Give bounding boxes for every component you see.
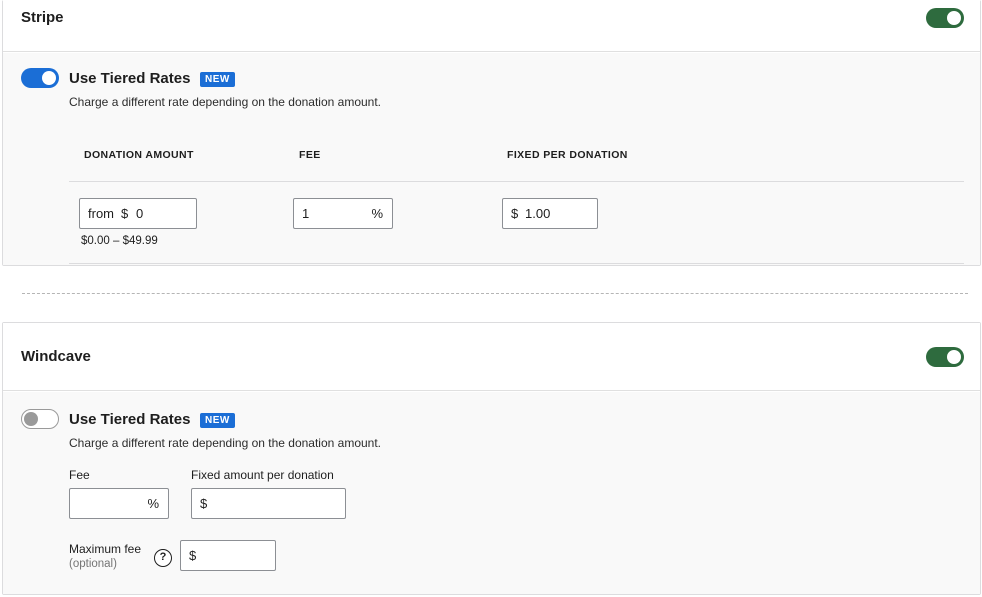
stripe-card: Stripe Use Tiered Rates NEW Charge a dif… [2,0,981,266]
maximum-fee-optional: (optional) [69,558,117,570]
stripe-header: Stripe [3,0,980,52]
windcave-header: Windcave [3,323,980,391]
windcave-maximum-fee-input[interactable]: $ [180,540,276,571]
table-row-divider [69,263,964,264]
fee-suffix: % [147,496,159,511]
windcave-body: Use Tiered Rates NEW Charge a different … [3,392,980,594]
windcave-fixed-amount-input[interactable]: $ [191,488,346,519]
windcave-new-badge: NEW [200,413,235,428]
stripe-enable-toggle[interactable] [926,8,964,28]
stripe-help-text: Charge a different rate depending on the… [69,95,382,109]
from-currency: $ [121,206,129,221]
windcave-card: Windcave Use Tiered Rates NEW Charge a d… [2,322,981,595]
fee-label: Fee [69,468,90,482]
windcave-fee-input[interactable]: % [69,488,169,519]
max-currency: $ [189,548,197,563]
tier-range-text: $0.00 – $49.99 [81,235,158,247]
section-divider [22,293,968,294]
toggle-knob [947,11,961,25]
table-header-divider [69,181,964,182]
fixed-value: 1.00 [525,206,551,221]
from-value: 0 [136,206,144,221]
maximum-fee-label: Maximum fee [69,542,142,556]
stripe-body: Use Tiered Rates NEW Charge a different … [3,53,980,265]
windcave-tiered-label: Use Tiered Rates [69,411,191,428]
windcave-title: Windcave [21,348,91,365]
toggle-knob [24,412,38,426]
stripe-title: Stripe [21,9,64,26]
fee-suffix: % [371,206,383,221]
from-amount-input[interactable]: from $ 0 [79,198,197,229]
column-header-fee: FEE [299,149,321,161]
toggle-knob [947,350,961,364]
help-question-icon[interactable]: ? [154,549,172,567]
stripe-new-badge: NEW [200,72,235,87]
column-header-donation-amount: DONATION AMOUNT [84,149,194,161]
windcave-help-text: Charge a different rate depending on the… [69,436,382,450]
windcave-enable-toggle[interactable] [926,347,964,367]
windcave-tiered-toggle[interactable] [21,409,59,429]
fixed-currency: $ [511,206,519,221]
toggle-knob [42,71,56,85]
fixed-per-donation-input[interactable]: $ 1.00 [502,198,598,229]
from-prefix: from [88,206,114,221]
fixed-amount-label: Fixed amount per donation [191,468,334,482]
stripe-tiered-label: Use Tiered Rates [69,70,191,87]
stripe-tiered-toggle[interactable] [21,68,59,88]
fee-percent-input[interactable]: 1 % [293,198,393,229]
fee-value: 1 [302,206,310,221]
fixed-currency: $ [200,496,208,511]
column-header-fixed-per-donation: FIXED PER DONATION [507,149,628,161]
